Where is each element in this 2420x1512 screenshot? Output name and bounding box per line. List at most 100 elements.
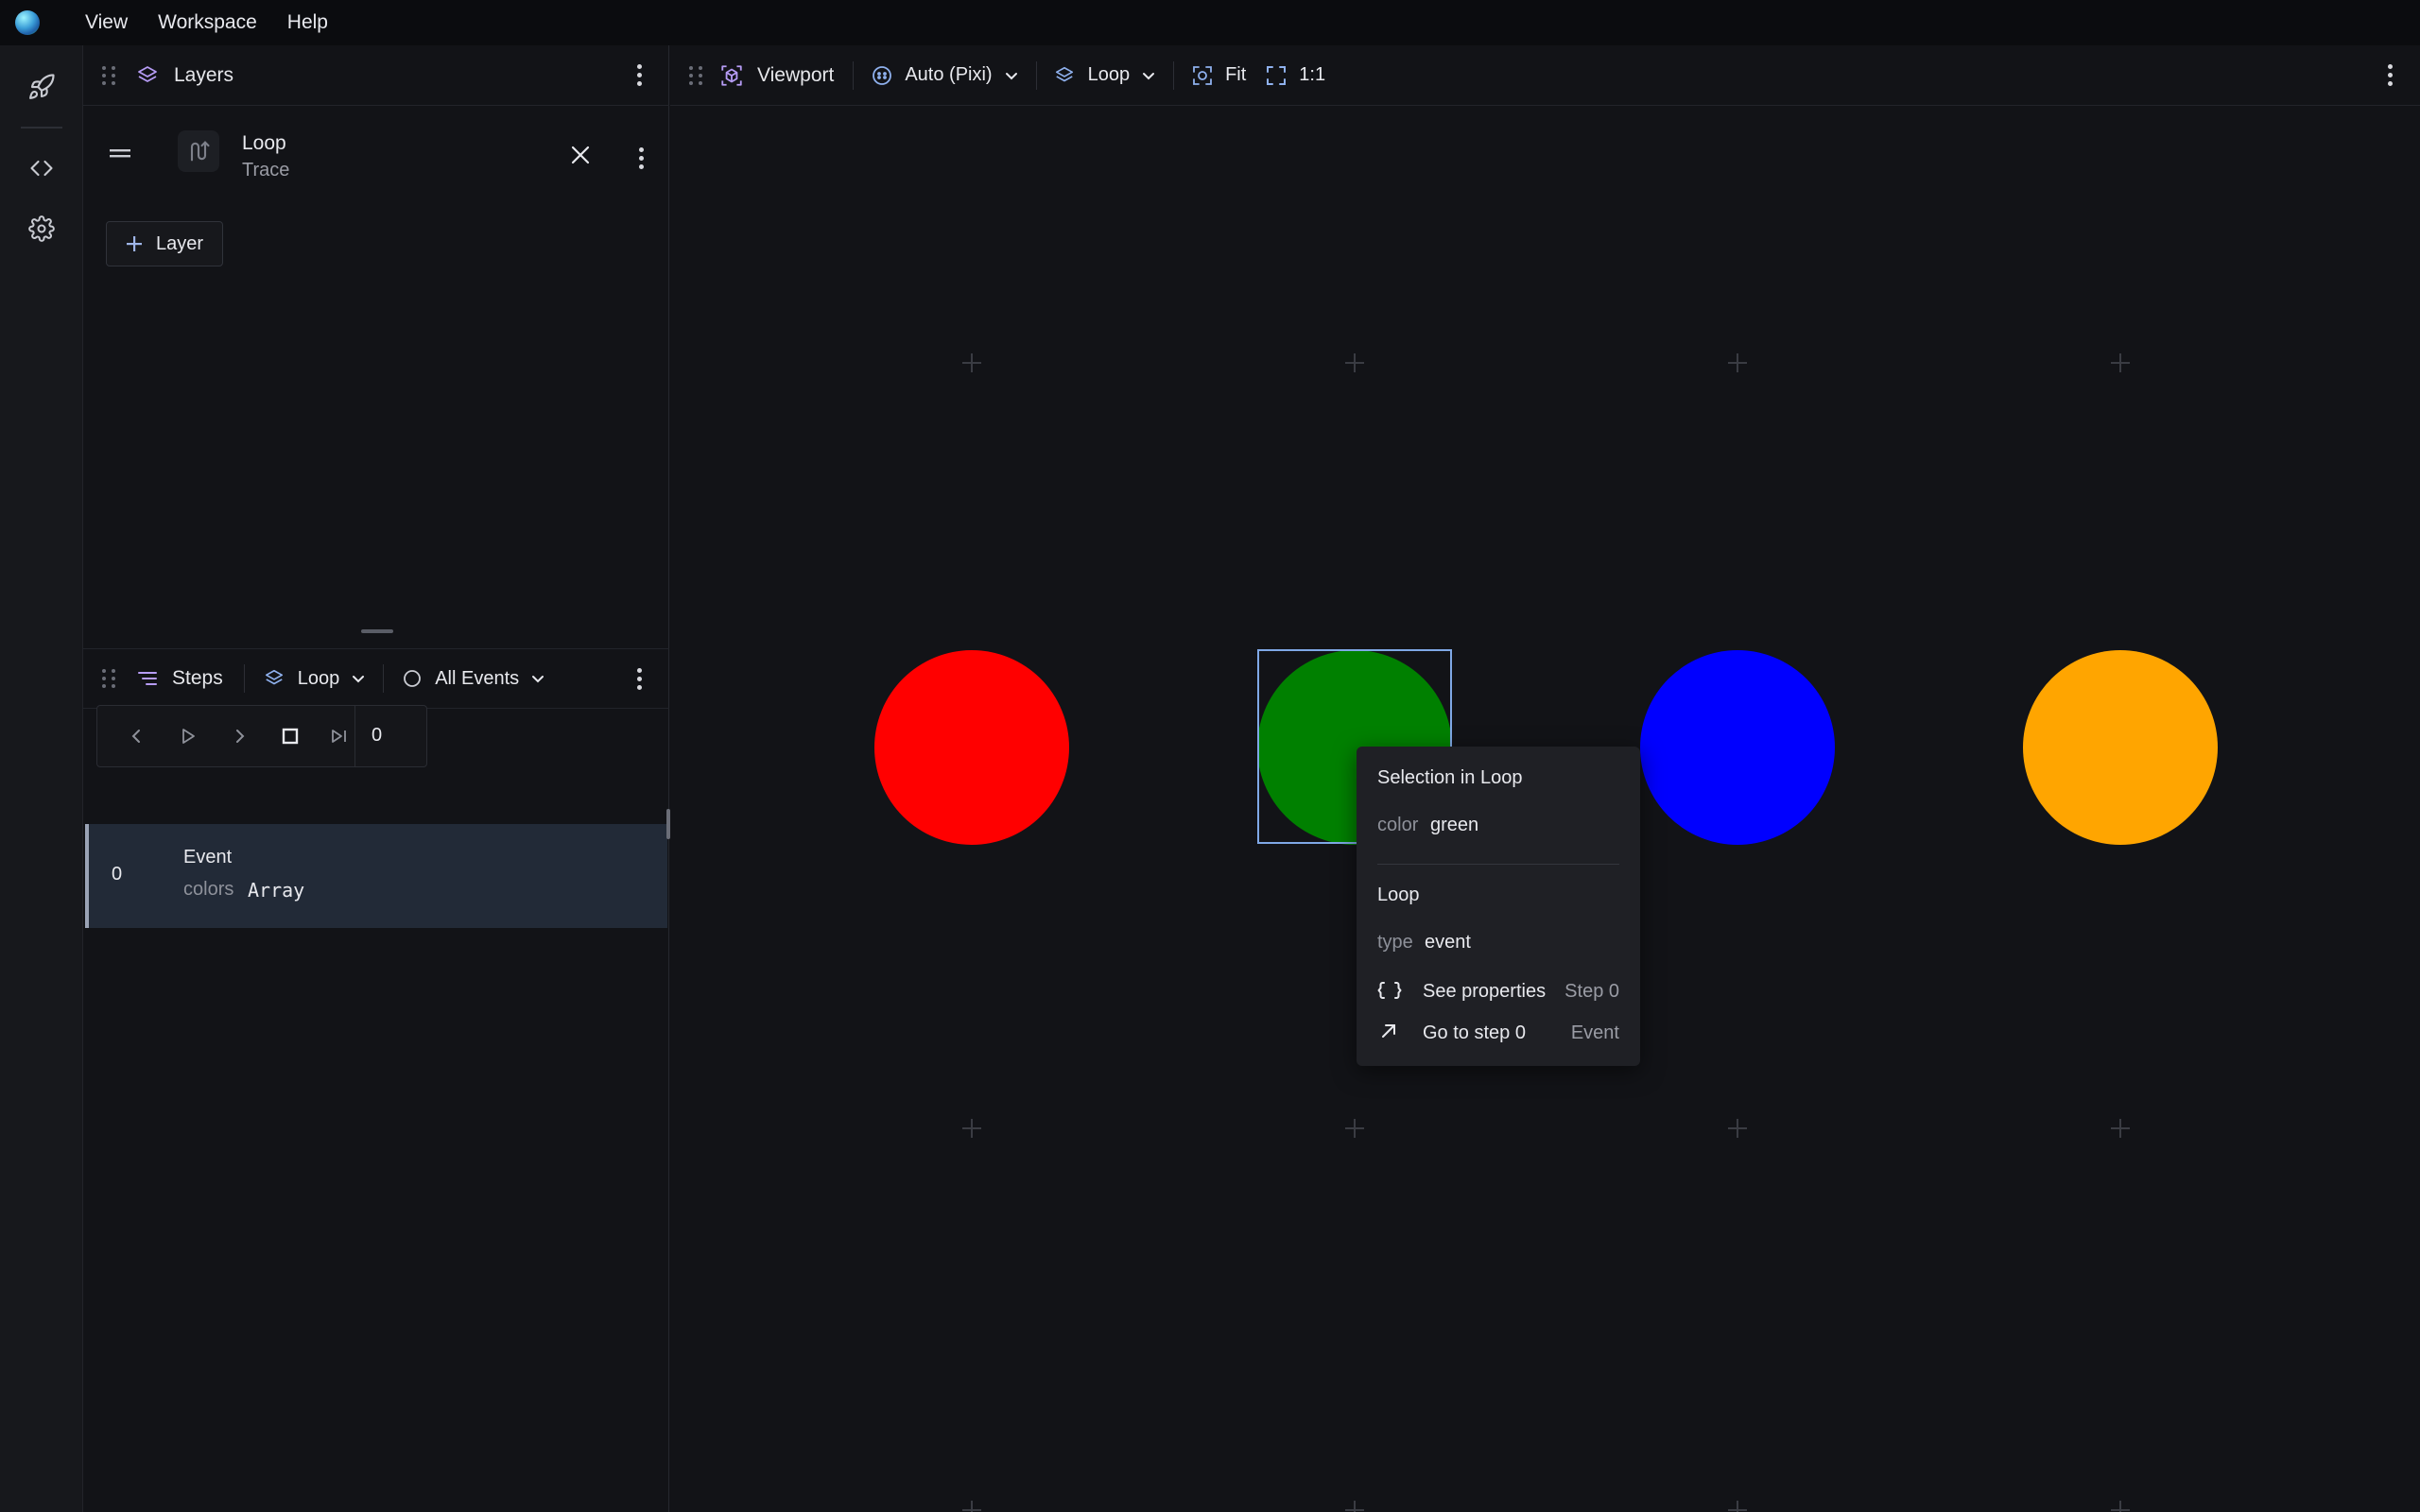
separator — [1035, 60, 1037, 90]
zoom-1-1-button[interactable]: 1:1 — [1265, 64, 1325, 87]
steps-icon — [136, 667, 159, 690]
current-step-value: 0 — [372, 725, 383, 746]
grid-marker — [1345, 1119, 1364, 1138]
grid-marker — [2111, 1119, 2130, 1138]
viewport-icon — [719, 63, 744, 88]
separator — [243, 664, 245, 693]
fullscreen-icon — [1265, 64, 1288, 87]
event-filter-select[interactable]: All Events — [403, 668, 545, 690]
popup-type-key: type — [1377, 932, 1413, 953]
viewport-title: Viewport — [757, 63, 835, 86]
event-property-key: colors — [183, 879, 234, 900]
steps-more-icon[interactable] — [628, 663, 650, 694]
menu-help[interactable]: Help — [287, 11, 328, 34]
layers-icon — [264, 668, 285, 689]
see-properties-label: See properties — [1423, 981, 1547, 1002]
activity-separator — [21, 127, 62, 129]
steps-layer-select[interactable]: Loop — [264, 668, 367, 690]
steps-panel-header: Steps Loop All Events — [83, 648, 669, 709]
fit-view-icon — [1191, 64, 1214, 87]
grid-marker — [1728, 1119, 1747, 1138]
chevron-down-icon — [351, 671, 366, 686]
fit-button[interactable]: Fit — [1191, 64, 1246, 87]
zoom-label: 1:1 — [1299, 64, 1326, 85]
see-properties-action[interactable]: See properties Step 0 — [1357, 970, 1640, 1011]
go-to-step-meta: Event — [1570, 1022, 1619, 1043]
grid-marker — [962, 353, 981, 372]
popup-section-title: Loop — [1377, 885, 1420, 905]
red-circle[interactable] — [874, 650, 1069, 845]
popup-title: Selection in Loop — [1377, 767, 1523, 788]
go-to-step-action[interactable]: Go to step 0 Event — [1357, 1011, 1640, 1053]
grid-marker — [962, 1501, 981, 1512]
event-index: 0 — [112, 864, 123, 885]
plus-icon — [126, 235, 143, 252]
reorder-handle-icon[interactable] — [110, 147, 132, 161]
separator — [383, 664, 385, 693]
settings-gear-icon[interactable] — [21, 208, 62, 249]
layers-icon — [1054, 65, 1075, 86]
layer-item[interactable]: Loop Trace — [83, 106, 669, 210]
separator — [354, 706, 355, 766]
renderer-select-value: Auto (Pixi) — [905, 64, 993, 85]
renderer-select[interactable]: Auto (Pixi) — [871, 64, 1018, 87]
grid-marker — [1345, 1501, 1364, 1512]
separator — [1377, 864, 1619, 865]
layers-more-icon[interactable] — [628, 60, 650, 91]
next-step-icon[interactable] — [224, 721, 254, 751]
layers-panel-title: Layers — [174, 63, 234, 86]
drag-handle-icon[interactable] — [102, 65, 115, 85]
skip-to-end-icon[interactable] — [324, 721, 354, 751]
see-properties-meta: Step 0 — [1564, 981, 1619, 1002]
blue-circle[interactable] — [1640, 650, 1835, 845]
popup-color-value: green — [1430, 815, 1479, 835]
go-to-step-label: Go to step 0 — [1423, 1022, 1526, 1043]
code-icon[interactable] — [21, 147, 62, 189]
step-event-row[interactable]: 0 Event colors Array — [85, 824, 667, 928]
viewport-layer-select-value: Loop — [1087, 64, 1131, 85]
app-logo-icon[interactable] — [15, 10, 40, 35]
sidebar: Layers Loop Trace Layer Steps Loop All E… — [83, 45, 670, 1512]
grid-marker — [1345, 353, 1364, 372]
play-icon[interactable] — [173, 721, 203, 751]
steps-panel-title: Steps — [172, 667, 223, 689]
separator — [853, 60, 855, 90]
playback-controls: 0 — [96, 705, 427, 767]
layer-more-icon[interactable] — [630, 143, 652, 173]
fit-label: Fit — [1225, 64, 1247, 85]
drag-handle-icon[interactable] — [102, 669, 115, 688]
menu-view[interactable]: View — [85, 11, 128, 34]
viewport-more-icon[interactable] — [2378, 60, 2401, 91]
orange-circle[interactable] — [2023, 650, 2218, 845]
previous-step-icon[interactable] — [122, 721, 152, 751]
event-filter-value: All Events — [435, 667, 520, 689]
rocket-icon[interactable] — [21, 66, 62, 108]
stop-icon[interactable] — [275, 721, 305, 751]
layers-icon — [136, 64, 159, 87]
grid-marker — [2111, 1501, 2130, 1512]
panel-resize-handle[interactable] — [361, 629, 393, 633]
add-layer-button[interactable]: Layer — [106, 221, 223, 266]
event-name: Event — [183, 847, 233, 868]
steps-layer-select-value: Loop — [297, 667, 340, 689]
close-icon[interactable] — [569, 144, 592, 166]
selection-popup: Selection in Loop color green Loop type … — [1357, 747, 1640, 1066]
braces-icon — [1377, 981, 1402, 1000]
activity-bar — [0, 45, 83, 1512]
layers-panel-header: Layers — [83, 45, 669, 106]
grid-marker — [1728, 353, 1747, 372]
add-layer-label: Layer — [156, 232, 204, 254]
circle-icon — [403, 669, 422, 688]
chevron-down-icon — [1141, 68, 1156, 83]
event-property-value: Array — [248, 879, 305, 902]
grid-marker — [2111, 353, 2130, 372]
renderer-icon — [871, 64, 893, 87]
viewport-layer-select[interactable]: Loop — [1054, 64, 1157, 86]
separator — [1173, 60, 1175, 90]
viewport-header: Viewport Auto (Pixi) Loop Fit 1:1 — [670, 45, 2420, 106]
arrow-up-right-icon — [1379, 1022, 1398, 1040]
menu-workspace[interactable]: Workspace — [158, 11, 257, 34]
layer-name: Loop — [242, 132, 286, 154]
drag-handle-icon[interactable] — [689, 65, 702, 85]
viewport-panel: Viewport Auto (Pixi) Loop Fit 1:1 Select… — [670, 45, 2420, 1512]
